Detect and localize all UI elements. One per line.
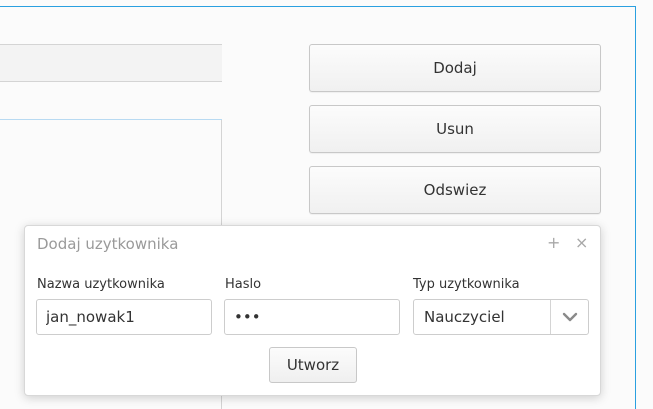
maximize-icon[interactable]: + [547, 234, 560, 252]
username-input[interactable] [36, 299, 212, 335]
add-button[interactable]: Dodaj [309, 44, 601, 92]
user-type-selected-value: Nauczyciel [424, 308, 505, 326]
refresh-button[interactable]: Odswiez [309, 166, 601, 214]
user-type-select[interactable]: Nauczyciel [413, 299, 589, 335]
password-input[interactable]: ••• [224, 299, 400, 335]
dialog-title: Dodaj uzytkownika [37, 235, 179, 253]
chevron-down-icon[interactable] [550, 300, 588, 334]
close-icon[interactable]: × [575, 234, 588, 252]
table-header [0, 44, 222, 82]
remove-button[interactable]: Usun [309, 105, 601, 153]
user-type-label: Typ uzytkownika [413, 277, 520, 292]
create-button[interactable]: Utworz [269, 347, 357, 383]
add-user-dialog: Dodaj uzytkownika + × Nazwa uzytkownika … [24, 225, 601, 396]
password-label: Haslo [225, 277, 262, 292]
username-label: Nazwa uzytkownika [37, 277, 165, 292]
table-row[interactable] [0, 82, 222, 120]
